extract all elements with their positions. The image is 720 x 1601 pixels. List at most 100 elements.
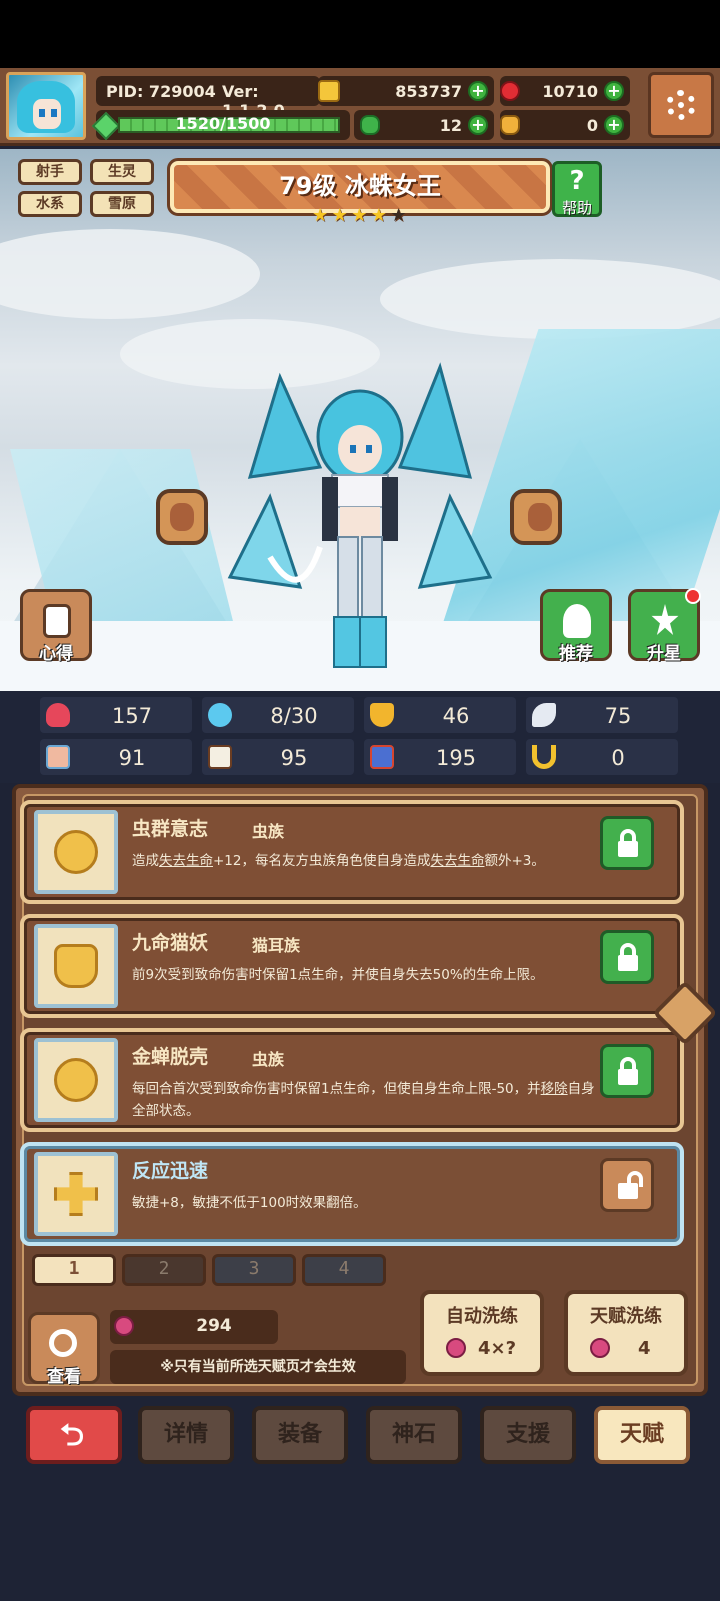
hero-scene: 射手 生灵 水系 雪原 79级 冰蛛女王 ★ ★ ★ ★ ★ ? 帮助 心得 推…	[0, 149, 720, 691]
lock-toggle-button[interactable]	[600, 1044, 654, 1098]
stat-value: 75	[604, 704, 632, 728]
talent-wash-button[interactable]: 天赋洗练 4	[564, 1290, 688, 1376]
talent-name: 反应迅速	[132, 1160, 209, 1182]
tag-element: 水系	[18, 191, 82, 217]
lock-toggle-button[interactable]	[600, 816, 654, 870]
settings-button[interactable]	[648, 72, 714, 138]
page-tab-3[interactable]: 3	[212, 1254, 296, 1286]
stat-value: 95	[280, 746, 308, 770]
auto-wash-button[interactable]: 自动洗练 4×?	[420, 1290, 544, 1376]
stat-mana: 8/30	[202, 697, 354, 733]
talent-icon-frame	[34, 924, 118, 1008]
nav-support[interactable]: 支援	[480, 1406, 576, 1464]
talent-icon-frame	[34, 1038, 118, 1122]
nav-details[interactable]: 详情	[138, 1406, 234, 1464]
pid-text: PID: 729004	[106, 82, 216, 101]
talent-race: 猫耳族	[252, 936, 301, 955]
stat-armor: 46	[364, 697, 516, 733]
view-button[interactable]: 查看	[28, 1312, 100, 1387]
bottom-background	[0, 1472, 720, 1601]
view-label: 查看	[47, 1367, 81, 1387]
cross-icon	[54, 1172, 98, 1216]
gold-value: 853737	[395, 82, 462, 101]
chevron-right-icon	[528, 503, 552, 531]
auto-wash-label: 自动洗练	[446, 1306, 518, 1327]
auto-wash-cost: 4×?	[478, 1338, 517, 1359]
star-empty-icon: ★	[390, 205, 407, 226]
stat-luck: 0	[526, 739, 678, 775]
top-header: PID: 729004 Ver: 1.1.2.0 1520/1500 85373…	[0, 68, 720, 146]
bug-icon	[54, 830, 98, 874]
talent-icon-frame	[34, 810, 118, 894]
talent-card[interactable]: 虫群意志 虫族 造成失去生命+12，每名友方虫族角色使自身造成失去生命额外+3。	[20, 800, 684, 904]
bag-value: 0	[586, 116, 598, 135]
add-gold-button[interactable]: +	[468, 81, 488, 101]
star-icon: ★	[331, 205, 348, 226]
lock-icon	[618, 955, 638, 971]
add-ruby-button[interactable]: +	[604, 81, 624, 101]
page-tab-1[interactable]: 1	[32, 1254, 116, 1286]
page-tab-4[interactable]: 4	[302, 1254, 386, 1286]
nav-talent[interactable]: 天赋	[594, 1406, 690, 1464]
talent-page-tabs: 1 2 3 4	[32, 1254, 386, 1286]
thumbs-up-icon	[563, 604, 591, 638]
talent-desc: 每回合首次受到致命伤害时保留1点生命，但使自身生命上限-50，并移除自身全部状态…	[132, 1081, 595, 1119]
tag-region: 雪原	[90, 191, 154, 217]
talent-card[interactable]: 九命猫妖 猫耳族 前9次受到致命伤害时保留1点生命，并使自身失去50%的生命上限…	[20, 914, 684, 1018]
next-hero-button[interactable]	[510, 489, 562, 545]
talent-card[interactable]: 反应迅速 敏捷+8，敏捷不低于100时效果翻倍。	[20, 1142, 684, 1246]
fruit-icon	[114, 1316, 134, 1336]
unlock-icon	[618, 1183, 638, 1199]
lock-toggle-button[interactable]	[600, 930, 654, 984]
fruit-count-box: 294	[110, 1310, 278, 1344]
notes-label: 心得	[39, 644, 73, 664]
fruit-icon	[446, 1338, 466, 1358]
cat-icon	[54, 944, 98, 988]
upgrade-label: 升星	[647, 644, 681, 664]
talent-wash-cost: 4	[638, 1338, 651, 1359]
tag-type: 生灵	[90, 159, 154, 185]
page-tab-2[interactable]: 2	[122, 1254, 206, 1286]
nav-equipment[interactable]: 装备	[252, 1406, 348, 1464]
talent-race: 虫族	[252, 1050, 285, 1069]
back-arrow-icon: ⮌	[60, 1418, 85, 1453]
magnifier-icon	[49, 1329, 77, 1357]
stat-value: 91	[118, 746, 146, 770]
back-button[interactable]: ⮌	[26, 1406, 122, 1464]
talent-page-note: ※只有当前所选天赋页才会生效	[110, 1350, 406, 1384]
fruit-icon	[590, 1338, 610, 1358]
prev-hero-button[interactable]	[156, 489, 208, 545]
tag-class: 射手	[18, 159, 82, 185]
fruit-count: 294	[196, 1316, 232, 1336]
notification-dot	[685, 588, 701, 604]
recommend-button[interactable]: 推荐	[540, 589, 612, 664]
chevron-left-icon	[170, 503, 194, 531]
star-rating: ★ ★ ★ ★ ★	[312, 207, 408, 231]
talent-wash-label: 天赋洗练	[590, 1306, 662, 1327]
stat-value: 157	[111, 704, 153, 728]
add-clover-button[interactable]: +	[468, 115, 488, 135]
ruby-icon	[500, 81, 520, 101]
stat-value: 46	[442, 704, 470, 728]
nav-godstone[interactable]: 神石	[366, 1406, 462, 1464]
bag-icon	[500, 115, 520, 135]
xp-box: 1520/1500	[91, 110, 350, 141]
talent-card[interactable]: 金蝉脱壳 虫族 每回合首次受到致命伤害时保留1点生命，但使自身生命上限-50，并…	[20, 1028, 684, 1132]
star-icon: ★	[370, 205, 387, 226]
upgrade-star-button[interactable]: 升星	[628, 588, 701, 664]
boot-icon	[370, 745, 394, 769]
talent-name: 金蝉脱壳	[132, 1046, 209, 1068]
player-avatar[interactable]	[6, 72, 86, 140]
gold-box: 853737 +	[318, 76, 494, 106]
talent-icon-frame	[34, 1152, 118, 1236]
stat-strength: 91	[40, 739, 192, 775]
help-button[interactable]: ? 帮助	[552, 161, 602, 217]
unlock-toggle-button[interactable]	[600, 1158, 654, 1212]
gold-coin-icon	[318, 80, 340, 102]
lock-icon	[618, 1069, 638, 1085]
add-bag-button[interactable]: +	[604, 115, 624, 135]
heart-icon	[46, 703, 70, 727]
mana-drop-icon	[208, 703, 232, 727]
notes-button[interactable]: 心得	[20, 589, 92, 664]
stat-value: 8/30	[270, 704, 318, 728]
